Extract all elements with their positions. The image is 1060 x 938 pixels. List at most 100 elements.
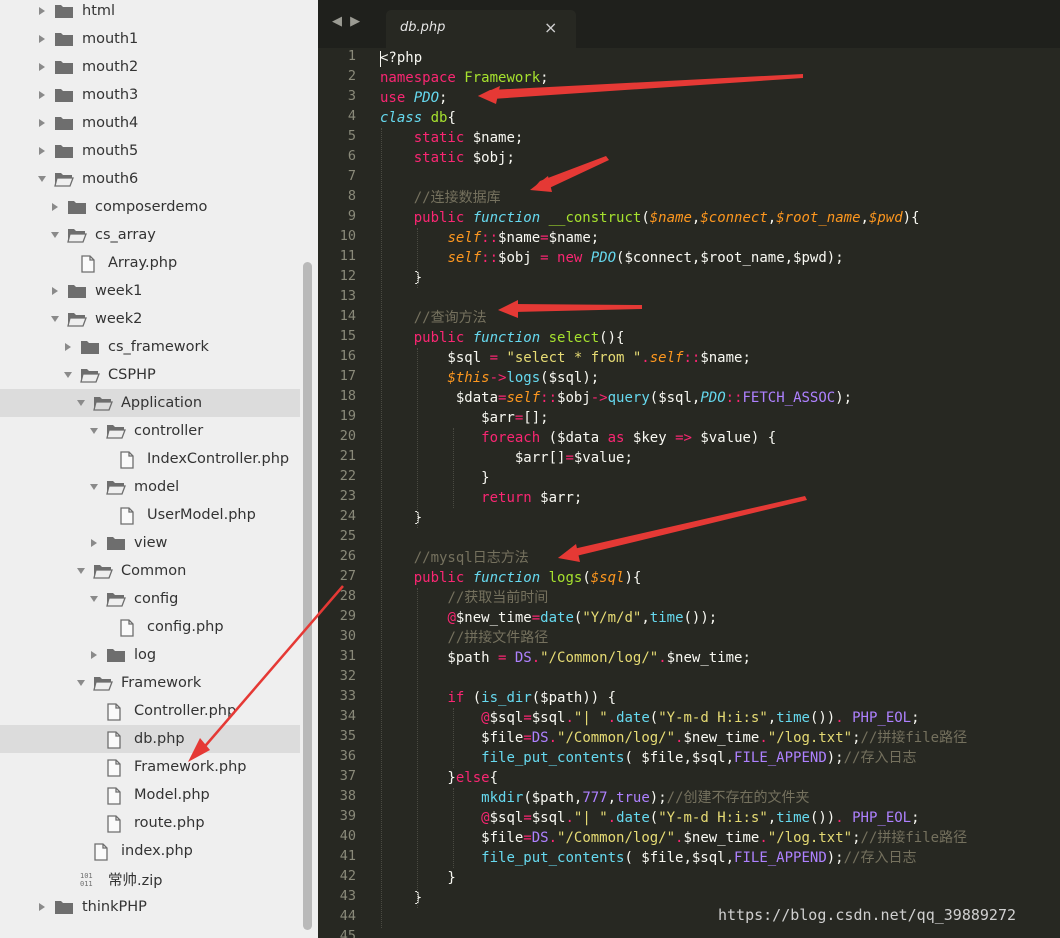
chevron-right-icon[interactable] — [62, 341, 74, 353]
code-line: } — [380, 508, 422, 528]
tree-item-mouth5[interactable]: mouth5 — [0, 137, 300, 165]
tree-item-html[interactable]: html — [0, 0, 300, 25]
chevron-right-icon[interactable] — [36, 61, 48, 73]
folder-icon — [80, 339, 100, 355]
code-token: $sql — [380, 350, 490, 366]
chevron-down-icon[interactable] — [75, 397, 87, 409]
chevron-right-icon[interactable] — [88, 649, 100, 661]
chevron-down-icon[interactable] — [49, 313, 61, 325]
code-token: time — [776, 710, 810, 726]
code-token: PDO — [700, 390, 726, 406]
tree-item-config-php[interactable]: config.php — [0, 613, 300, 641]
tree-item-model-php[interactable]: Model.php — [0, 781, 300, 809]
tree-item-model[interactable]: model — [0, 473, 300, 501]
tree-item-log[interactable]: log — [0, 641, 300, 669]
chevron-right-icon[interactable] — [36, 33, 48, 45]
tree-item-indexcontroller-php[interactable]: IndexController.php — [0, 445, 300, 473]
file-icon — [106, 731, 126, 749]
code-line: $arr=[]; — [380, 408, 548, 428]
tree-item-controller[interactable]: controller — [0, 417, 300, 445]
tree-item-common[interactable]: Common — [0, 557, 300, 585]
code-token: $arr; — [540, 490, 583, 506]
tree-item-thinkphp[interactable]: thinkPHP — [0, 893, 300, 921]
tree-item-mouth1[interactable]: mouth1 — [0, 25, 300, 53]
code-token: . — [531, 650, 541, 666]
chevron-down-icon[interactable] — [75, 677, 87, 689]
chevron-down-icon[interactable] — [88, 593, 100, 605]
tree-item-cs-array[interactable]: cs_array — [0, 221, 300, 249]
code-token: //拼接file路径 — [860, 830, 968, 846]
code-token: date — [616, 810, 650, 826]
tree-item-composerdemo[interactable]: composerdemo — [0, 193, 300, 221]
code-token: public — [413, 330, 473, 346]
file-icon — [119, 619, 139, 637]
chevron-right-icon[interactable] — [36, 89, 48, 101]
code-token: //拼接file路径 — [860, 730, 968, 746]
code-area[interactable]: <?php namespace Framework; use PDO; class d… — [380, 48, 1060, 938]
tree-item-label: week2 — [95, 311, 143, 327]
tree-item-array-php[interactable]: Array.php — [0, 249, 300, 277]
chevron-down-icon[interactable] — [62, 369, 74, 381]
tree-item-framework-php[interactable]: Framework.php — [0, 753, 300, 781]
tree-item-mouth3[interactable]: mouth3 — [0, 81, 300, 109]
tree-item-view[interactable]: view — [0, 529, 300, 557]
code-token: = — [523, 810, 532, 826]
tree-item-mouth6[interactable]: mouth6 — [0, 165, 300, 193]
chevron-down-icon[interactable] — [75, 565, 87, 577]
tree-item-label: html — [82, 3, 116, 19]
code-token: $value) { — [700, 430, 777, 446]
tab-nav-arrows[interactable]: ◀ ▶ — [332, 14, 364, 32]
tree-item-mouth2[interactable]: mouth2 — [0, 53, 300, 81]
code-line: //查询方法 — [380, 308, 487, 328]
chevron-right-icon[interactable] — [36, 117, 48, 129]
tree-item-index-php[interactable]: index.php — [0, 837, 300, 865]
tree-item-label: mouth4 — [82, 115, 139, 131]
line-number: 5 — [347, 128, 356, 144]
tree-item-controller-php[interactable]: Controller.php — [0, 697, 300, 725]
code-token: :: — [725, 390, 743, 406]
tree-item-config[interactable]: config — [0, 585, 300, 613]
tab-db-php[interactable]: db.php × — [386, 10, 576, 48]
sidebar-scrollbar[interactable] — [303, 262, 312, 930]
chevron-right-icon[interactable] — [49, 201, 61, 213]
code-token: $name; — [472, 130, 524, 146]
tree-item-week2[interactable]: week2 — [0, 305, 300, 333]
code-line: file_put_contents( $file,$sql,FILE_APPEN… — [380, 848, 916, 868]
tree-item-csphp[interactable]: CSPHP — [0, 361, 300, 389]
code-token: query — [607, 390, 650, 406]
code-token: ()); — [683, 610, 718, 626]
chevron-down-icon[interactable] — [88, 481, 100, 493]
code-token: $name; — [548, 230, 600, 246]
tree-item-label: mouth6 — [82, 171, 139, 187]
tree-item-application[interactable]: Application — [0, 389, 300, 417]
tree-item-mouth4[interactable]: mouth4 — [0, 109, 300, 137]
code-token: namespace — [380, 70, 465, 86]
code-token: ; — [852, 730, 861, 746]
chevron-right-icon[interactable] — [36, 145, 48, 157]
tree-item-常帅-zip[interactable]: 101 011 常帅.zip — [0, 865, 300, 893]
chevron-right-icon[interactable] — [49, 285, 61, 297]
chevron-down-icon[interactable] — [36, 173, 48, 185]
tree-item-framework[interactable]: Framework — [0, 669, 300, 697]
tree-item-week1[interactable]: week1 — [0, 277, 300, 305]
tree-item-usermodel-php[interactable]: UserModel.php — [0, 501, 300, 529]
chevron-right-icon[interactable] — [36, 901, 48, 913]
chevron-right-icon[interactable] — [36, 5, 48, 17]
tree-item-db-php[interactable]: db.php — [0, 725, 300, 753]
chevron-right-icon[interactable] — [88, 537, 100, 549]
chevron-down-icon[interactable] — [49, 229, 61, 241]
tree-item-label: 常帅.zip — [108, 872, 163, 889]
close-icon[interactable]: × — [544, 18, 557, 37]
code-token: <?php — [380, 50, 423, 66]
tree-item-cs-framework[interactable]: cs_framework — [0, 333, 300, 361]
code-line: @$new_time=date("Y/m/d",time()); — [380, 608, 717, 628]
code-token: ; — [911, 710, 920, 726]
line-number: 9 — [347, 208, 356, 224]
tree-item-route-php[interactable]: route.php — [0, 809, 300, 837]
chevron-down-icon[interactable] — [88, 425, 100, 437]
code-token: $root_name — [776, 210, 861, 226]
